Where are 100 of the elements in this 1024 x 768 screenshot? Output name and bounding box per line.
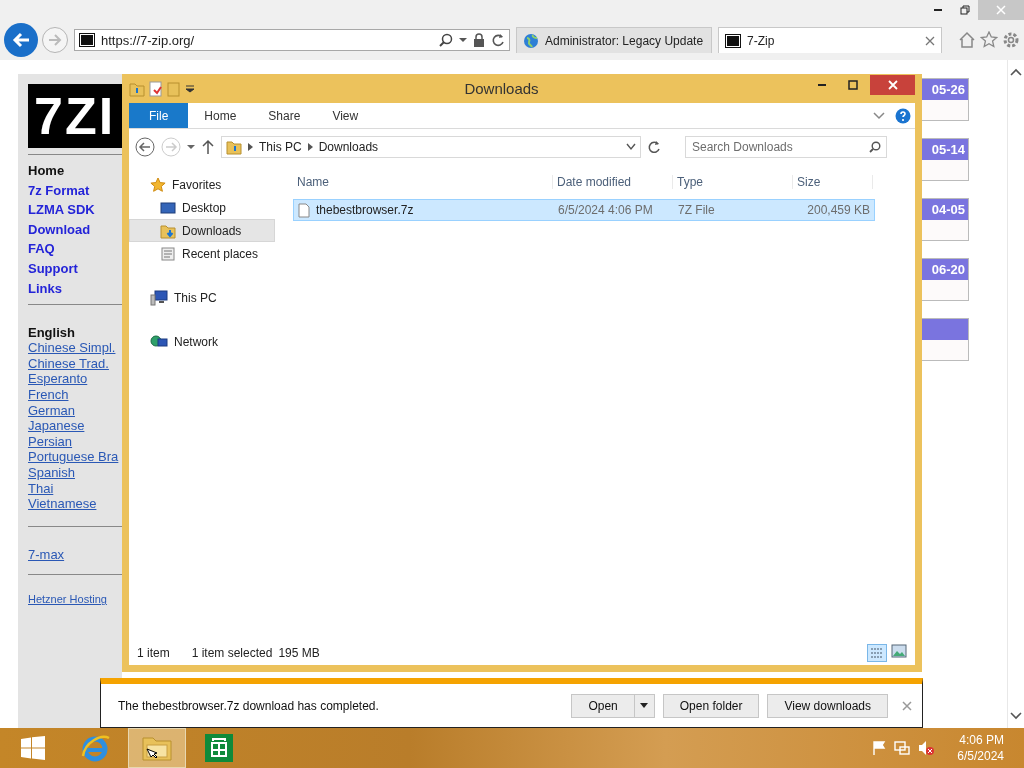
network-icon [150,333,168,350]
scroll-down-icon[interactable] [1010,712,1022,720]
chevron-down-icon[interactable] [873,111,885,120]
refresh-icon[interactable] [647,140,661,154]
search-icon [439,33,453,47]
nav-link[interactable]: Links [28,278,122,299]
ribbon-tab[interactable]: View [316,103,375,128]
folder-icon[interactable] [129,80,145,97]
details-view-icon[interactable] [867,644,887,662]
column-header[interactable]: Type [673,175,793,189]
thumbnail-view-icon[interactable] [891,644,907,658]
file-icon [298,202,310,218]
language-link[interactable]: Chinese Trad. [28,355,122,372]
news-row [921,280,968,300]
nav-tree-item[interactable]: Downloads [129,219,275,242]
language-link[interactable]: Chinese Simpl. [28,340,122,356]
globe-icon [523,32,539,49]
file-date: 6/5/2024 4:06 PM [557,203,654,217]
nav-tree-item[interactable]: This PC [129,286,275,309]
chevron-right-icon [248,143,253,151]
column-header[interactable]: Date modified [553,175,673,189]
nav-link[interactable]: 7z Format [28,180,122,201]
close-icon [925,35,935,46]
logo: 7ZI [28,84,122,148]
properties-icon[interactable] [149,80,163,97]
caret-icon[interactable] [185,84,195,93]
windows-logo-icon [20,736,46,760]
flag-icon[interactable] [871,740,888,756]
language-link[interactable]: Japanese [28,418,122,434]
language-link[interactable]: Portuguese Bra [28,449,122,465]
close-icon [996,5,1006,15]
sevenmax-link[interactable]: 7-max [28,546,122,563]
minimize-icon [816,83,827,86]
nav-link[interactable]: Download [28,219,122,240]
settings-icon[interactable] [1002,31,1020,49]
refresh-icon [491,33,505,47]
nav-link[interactable]: Support [28,258,122,279]
language-link[interactable]: Spanish [28,464,122,481]
nav-link[interactable]: FAQ [28,239,122,259]
restore-icon [959,5,970,15]
caret-icon [459,37,467,43]
nav-link[interactable]: Home [28,161,122,181]
downloads-folder-icon [160,222,176,239]
breadcrumb-bar[interactable]: This PC Downloads [221,136,641,158]
caret-icon[interactable] [187,144,195,150]
back-button[interactable] [4,23,38,57]
nav-tree-item[interactable]: Desktop [129,196,275,219]
file-row[interactable]: thebestbrowser.7z 6/5/2024 4:06 PM 7Z File 200,459 KB [293,199,875,221]
ribbon-tab[interactable]: Share [252,103,317,128]
file-name: thebestbrowser.7z [294,202,554,218]
file-menu-tab[interactable]: File [129,103,189,128]
file-type: 7Z File [677,203,716,217]
star-icon[interactable] [980,31,998,49]
language-link[interactable]: Esperanto [28,371,122,387]
column-header[interactable]: Name [293,175,553,189]
nav-link[interactable]: LZMA SDK [28,200,122,220]
breadcrumb-item[interactable]: This PC [259,140,302,154]
ribbon-tab[interactable]: Home [188,103,253,128]
nav-tree-item[interactable]: Favorites [129,173,275,196]
open-options-button[interactable] [634,693,655,718]
language-link[interactable]: French [28,386,122,403]
language-link[interactable]: Persian [28,433,122,450]
nav-tree-item[interactable]: Network [129,330,275,353]
lock-icon [473,33,485,47]
download-action-button[interactable]: Open folder [662,693,760,718]
selection-size: 195 MB [278,646,320,660]
scroll-up-icon[interactable] [1010,68,1022,76]
breadcrumb-item[interactable]: Downloads [318,140,379,154]
language-link[interactable]: German [28,402,122,419]
chevron-right-icon [307,143,313,151]
nav-tree-item[interactable]: Recent places [129,242,275,265]
browser-tab[interactable]: 7-Zip [718,27,942,53]
taskbar-app[interactable] [128,728,186,768]
up-arrow-icon[interactable] [201,139,215,155]
recent-places-icon [160,245,176,262]
language-link[interactable]: Vietnamese [28,496,122,512]
search-field[interactable]: Search Downloads [685,136,887,158]
back-arrow-icon [12,32,30,48]
address-bar[interactable]: https://7-zip.org/ [74,29,510,51]
news-date: 06-20 [921,259,968,280]
news-row [921,340,968,360]
news-header [921,319,968,340]
hosting-link[interactable]: Hetzner Hosting [28,593,122,606]
network-icon[interactable] [893,740,912,756]
news-row [921,220,968,240]
scrollbar[interactable] [1007,60,1024,728]
open-button[interactable]: Open [571,693,635,718]
forward-button[interactable] [42,27,68,53]
download-action-button[interactable]: View downloads [767,693,888,718]
home-icon[interactable] [958,31,976,49]
column-header[interactable]: Size [793,175,873,189]
minimize-icon [932,9,943,11]
browser-tab[interactable]: Administrator: Legacy Update [516,27,712,53]
speaker-muted-icon[interactable] [917,740,936,756]
forward-arrow-icon [48,34,62,46]
window-title: Downloads [463,80,540,97]
close-button[interactable] [870,74,915,95]
language-link[interactable]: Thai [28,480,122,497]
help-icon[interactable] [895,107,911,124]
item-count: 1 item [137,646,170,660]
